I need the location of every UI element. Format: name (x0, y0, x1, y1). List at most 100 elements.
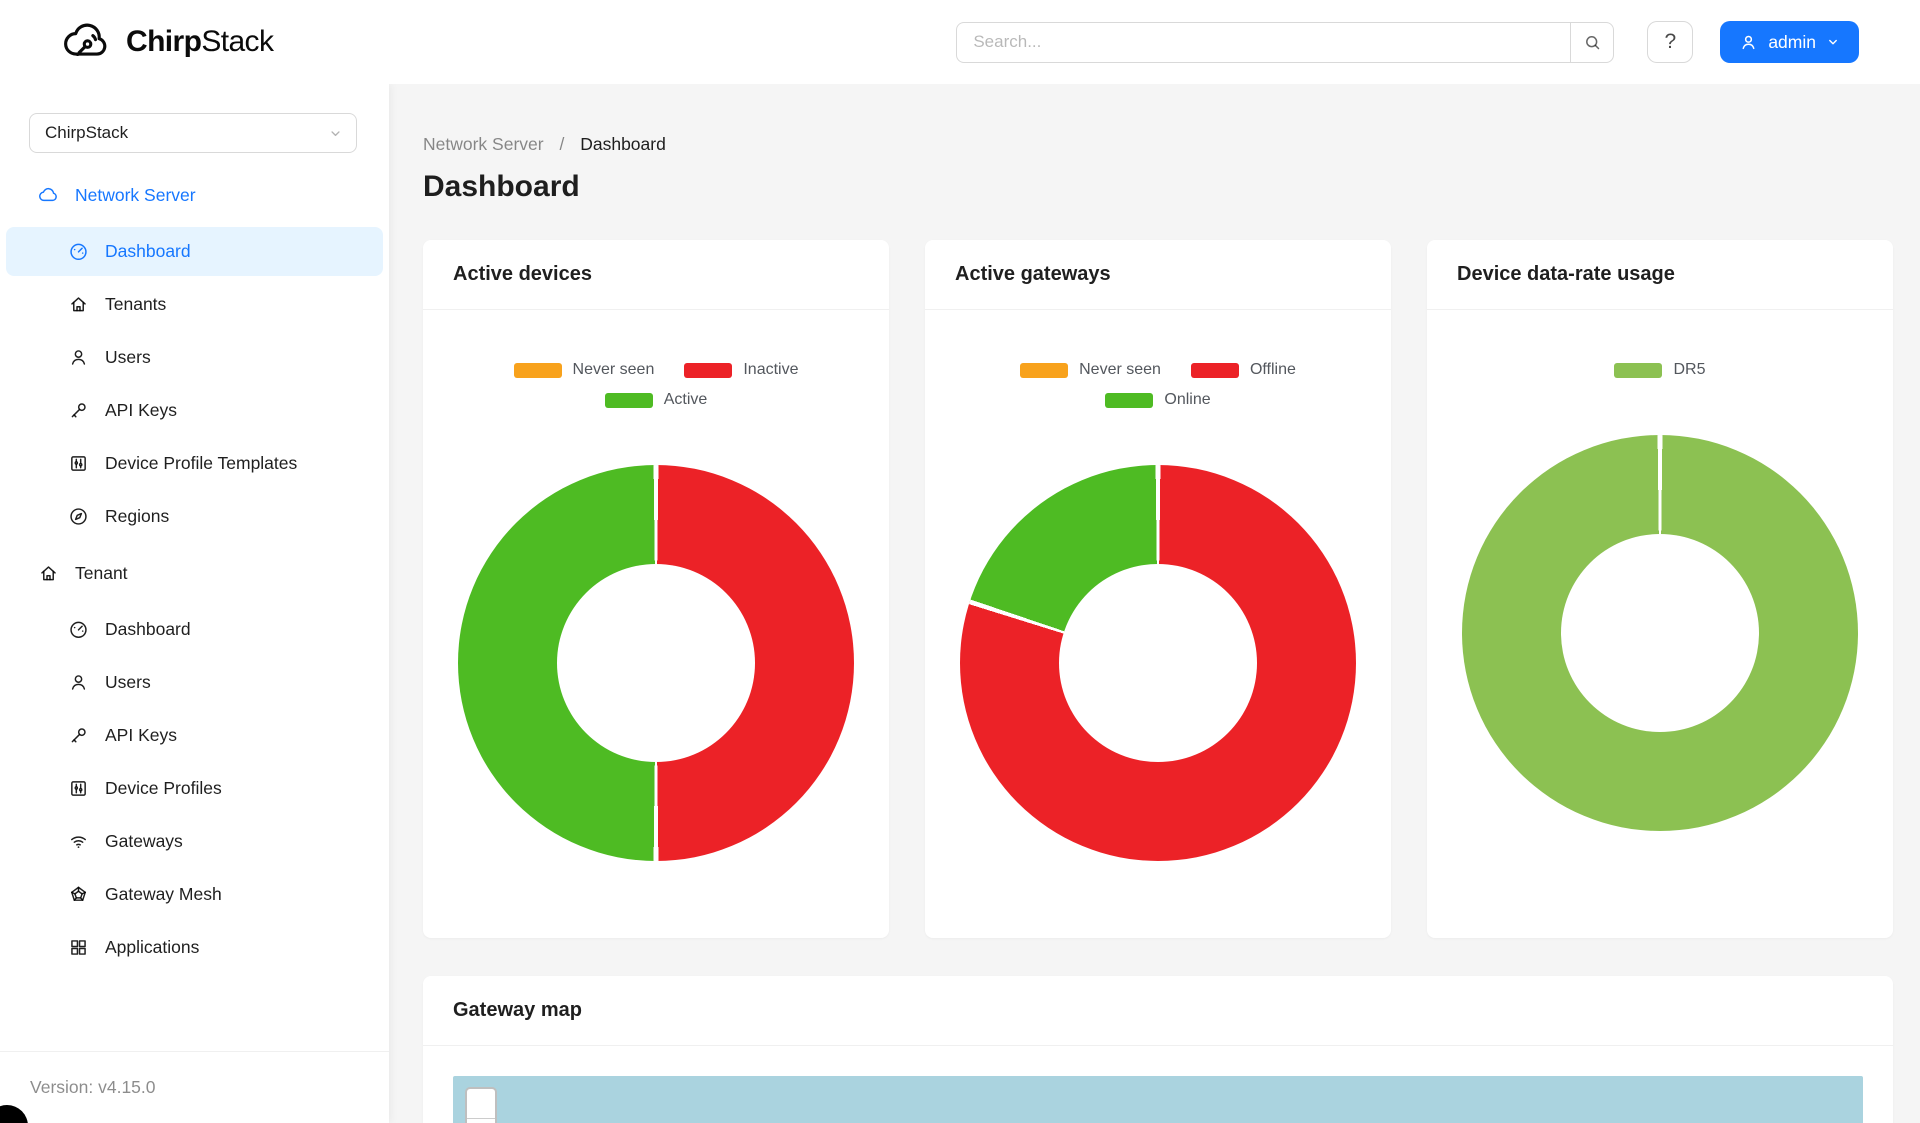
legend-item-dr5[interactable]: DR5 (1614, 361, 1705, 379)
map-zoom-divider (467, 1118, 495, 1119)
main-content: Network Server / Dashboard Dashboard Act… (389, 84, 1920, 1123)
sidebar-item-gateways[interactable]: Gateways (6, 817, 383, 866)
gateway-map[interactable] (453, 1076, 1863, 1123)
help-button[interactable]: ? (1647, 21, 1693, 63)
sidebar-group-label: Network Server (75, 185, 196, 206)
legend-swatch (1191, 363, 1239, 378)
sidebar-group-label: Tenant (75, 563, 128, 584)
chirpstack-cloud-logo-icon (60, 20, 114, 64)
sidebar-item-users[interactable]: Users (6, 658, 383, 707)
sidebar-item-label: API Keys (105, 400, 177, 421)
card-title-active-gateways: Active gateways (925, 240, 1391, 310)
user-icon (68, 347, 89, 368)
gateway-map-title: Gateway map (423, 976, 1893, 1046)
legend-label: DR5 (1673, 361, 1705, 379)
legend-swatch (1105, 393, 1153, 408)
chevron-down-icon (328, 126, 343, 141)
apps-icon (68, 937, 89, 958)
sidebar-item-label: Users (105, 672, 151, 693)
sidebar-item-label: Gateways (105, 831, 183, 852)
legend-item-online[interactable]: Online (1105, 391, 1210, 409)
legend-label: Never seen (1079, 361, 1161, 379)
sidebar-item-label: Regions (105, 506, 169, 527)
legend-item-never-seen[interactable]: Never seen (1020, 361, 1161, 379)
sidebar-item-applications[interactable]: Applications (6, 923, 383, 972)
dashboard-icon (68, 241, 89, 262)
sidebar-item-dashboard[interactable]: Dashboard (6, 227, 383, 276)
sidebar-item-label: Dashboard (105, 241, 191, 262)
gateway-map-body (423, 1046, 1893, 1123)
sidebar-item-device-profile-templates[interactable]: Device Profile Templates (6, 439, 383, 488)
chirpstack-logo[interactable]: ChirpStack (60, 20, 273, 64)
sidebar-item-label: API Keys (105, 725, 177, 746)
user-icon (1739, 33, 1758, 52)
search-button[interactable] (1570, 22, 1614, 63)
legend-label: Inactive (743, 361, 798, 379)
breadcrumb-network-server[interactable]: Network Server (423, 134, 544, 154)
sidebar-item-users[interactable]: Users (6, 333, 383, 382)
cloud-icon (38, 185, 59, 206)
sliders-icon (68, 778, 89, 799)
donut-chart (458, 465, 854, 861)
map-zoom-control[interactable] (465, 1087, 497, 1123)
dashboard-icon (68, 619, 89, 640)
chart-legend: Never seen Inactive Active (453, 361, 859, 409)
sidebar-item-tenants[interactable]: Tenants (6, 280, 383, 329)
sidebar-item-gateway-mesh[interactable]: Gateway Mesh (6, 870, 383, 919)
sidebar-item-api-keys[interactable]: API Keys (6, 711, 383, 760)
sidebar-item-label: Device Profile Templates (105, 453, 297, 474)
breadcrumb: Network Server / Dashboard (423, 134, 1893, 155)
legend-label: Never seen (573, 361, 655, 379)
user-menu-button[interactable]: admin (1720, 21, 1859, 63)
brand-name: ChirpStack (126, 25, 273, 59)
card-device-data-rate-usage: Device data-rate usage DR5 (1427, 240, 1893, 938)
sidebar-item-label: Gateway Mesh (105, 884, 222, 905)
wifi-icon (68, 831, 89, 852)
legend-swatch (684, 363, 732, 378)
sidebar-item-label: Device Profiles (105, 778, 222, 799)
organization-select-value: ChirpStack (45, 123, 128, 143)
search-input[interactable] (956, 22, 1570, 63)
sidebar-item-label: Applications (105, 937, 199, 958)
key-icon (68, 725, 89, 746)
chevron-down-icon (1826, 35, 1840, 49)
donut-chart (960, 465, 1356, 861)
sidebar-item-label: Tenants (105, 294, 166, 315)
legend-label: Offline (1250, 361, 1296, 379)
sidebar-item-regions[interactable]: Regions (6, 492, 383, 541)
legend-item-inactive[interactable]: Inactive (684, 361, 798, 379)
donut-hole (1561, 534, 1759, 732)
legend-label: Active (664, 391, 708, 409)
card-active-devices: Active devices Never seen Inactive Active (423, 240, 889, 938)
page-title: Dashboard (423, 170, 1893, 204)
donut-hole (1059, 564, 1257, 762)
chart-cards-row: Active devices Never seenInactiveActive … (423, 240, 1893, 938)
sidebar-item-api-keys[interactable]: API Keys (6, 386, 383, 435)
home-icon (68, 294, 89, 315)
legend-item-never-seen[interactable]: Never seen (514, 361, 655, 379)
sidebar-item-dashboard[interactable]: Dashboard (6, 605, 383, 654)
donut-hole (557, 564, 755, 762)
compass-icon (68, 506, 89, 527)
sidebar-menu: Network Server Dashboard Tenants Users API K… (0, 159, 389, 972)
chart-legend: Never seen Offline Online (955, 361, 1361, 409)
sidebar-group-network-server[interactable]: Network Server (6, 167, 383, 223)
breadcrumb-separator: / (559, 134, 564, 154)
donut-chart (1462, 435, 1858, 831)
key-icon (68, 400, 89, 421)
legend-item-offline[interactable]: Offline (1191, 361, 1296, 379)
sidebar-item-device-profiles[interactable]: Device Profiles (6, 764, 383, 813)
sidebar-item-label: Dashboard (105, 619, 191, 640)
search-icon (1583, 33, 1602, 52)
header-actions: ? admin (956, 21, 1859, 63)
legend-item-active[interactable]: Active (605, 391, 708, 409)
sidebar-group-tenant[interactable]: Tenant (6, 545, 383, 601)
organization-select[interactable]: ChirpStack (29, 113, 357, 153)
card-title-active-devices: Active devices (423, 240, 889, 310)
sidebar-item-label: Users (105, 347, 151, 368)
legend-label: Online (1164, 391, 1210, 409)
user-name: admin (1768, 32, 1816, 53)
app-root: ChirpStack ? admin ChirpStack Network Se… (0, 0, 1920, 1123)
legend-swatch (1614, 363, 1662, 378)
card-title-device-data-rate-usage: Device data-rate usage (1427, 240, 1893, 310)
